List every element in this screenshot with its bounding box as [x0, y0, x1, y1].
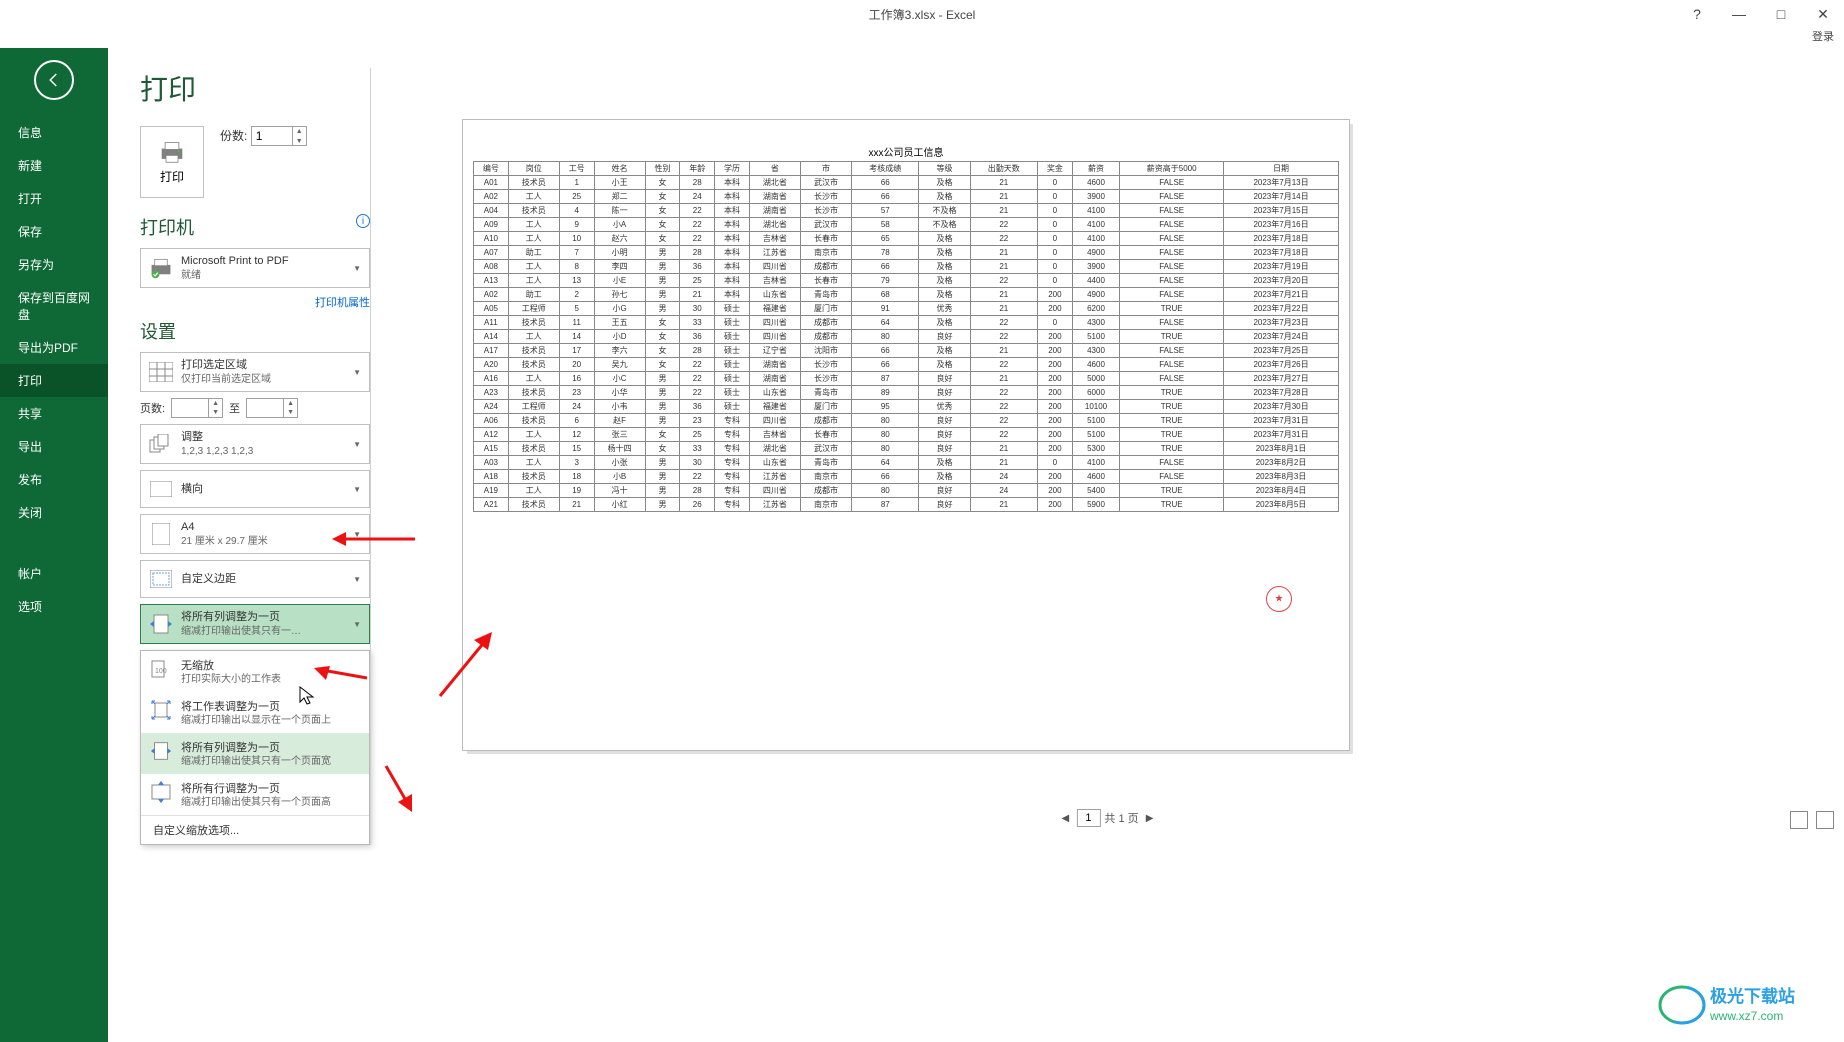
printer-status-icon — [147, 254, 175, 282]
titlebar: 工作簿3.xlsx - Excel ? — □ ✕ — [0, 0, 1844, 28]
printer-info-icon[interactable]: i — [356, 214, 370, 228]
sidebar-item-share[interactable]: 共享 — [0, 397, 108, 430]
page-from-input[interactable] — [172, 399, 208, 417]
chevron-down-icon: ▼ — [351, 368, 363, 377]
login-link[interactable]: 登录 — [1812, 31, 1834, 43]
sidebar-item-exportpdf[interactable]: 导出为PDF — [0, 331, 108, 364]
chevron-down-icon: ▼ — [351, 440, 363, 449]
backstage-sidebar: 信息 新建 打开 保存 另存为 保存到百度网盘 导出为PDF 打印 共享 导出 … — [0, 48, 108, 1042]
print-area-title: 打印选定区域 — [181, 358, 351, 372]
page-icon — [147, 520, 175, 548]
collate-sub: 1,2,3 1,2,3 1,2,3 — [181, 445, 351, 458]
chevron-down-icon: ▼ — [351, 530, 363, 539]
pager: ◀ 共 1 页 ▶ — [1058, 809, 1156, 827]
copies-label: 份数: — [220, 129, 247, 143]
scaling-options-popup: 100 无缩放打印实际大小的工作表 将工作表调整为一页缩减打印输出以显示在一个页… — [140, 650, 370, 845]
preview-table: 编号岗位工号姓名性别年龄学历省市考核成绩等级出勤天数奖金薪资薪资高于5000日期… — [473, 161, 1339, 512]
page-title: 打印 — [140, 68, 370, 108]
sidebar-item-new[interactable]: 新建 — [0, 149, 108, 182]
pager-current[interactable] — [1076, 809, 1100, 827]
print-button-label: 打印 — [160, 168, 184, 185]
chevron-down-icon: ▼ — [351, 620, 363, 629]
collate-dropdown[interactable]: 调整 1,2,3 1,2,3 1,2,3 ▼ — [140, 424, 370, 464]
orientation-title: 横向 — [181, 482, 351, 496]
margins-icon — [147, 565, 175, 593]
collate-title: 调整 — [181, 430, 351, 444]
printer-properties-link[interactable]: 打印机属性 — [315, 297, 370, 309]
pager-prev[interactable]: ◀ — [1058, 811, 1072, 825]
scaling-title: 将所有列调整为一页 — [181, 610, 351, 624]
fit-rows-icon — [149, 780, 173, 804]
chevron-down-icon: ▼ — [351, 485, 363, 494]
scaling-sub: 缩减打印输出使其只有一… — [181, 625, 351, 638]
scaling-option-none[interactable]: 100 无缩放打印实际大小的工作表 — [141, 651, 369, 692]
scaling-dropdown[interactable]: 将所有列调整为一页 缩减打印输出使其只有一… ▼ — [140, 604, 370, 644]
page-range-label: 页数: — [140, 400, 165, 416]
pager-total: 共 1 页 — [1104, 810, 1138, 826]
custom-scaling-link[interactable]: 自定义缩放选项... — [141, 815, 369, 844]
collate-icon — [147, 430, 175, 458]
sidebar-item-options[interactable]: 选项 — [0, 590, 108, 623]
printer-dropdown[interactable]: Microsoft Print to PDF 就绪 ▼ — [140, 248, 370, 288]
grid-icon — [147, 358, 175, 386]
back-button[interactable] — [34, 60, 74, 100]
preview-table-title: xxx公司员工信息 — [473, 144, 1339, 159]
printer-status: 就绪 — [181, 269, 351, 282]
print-button[interactable]: 打印 — [140, 126, 204, 198]
fit-sheet-icon — [149, 698, 173, 722]
svg-text:100: 100 — [155, 668, 167, 675]
close-button[interactable]: ✕ — [1802, 0, 1844, 28]
landscape-icon — [147, 475, 175, 503]
page-range-to: 至 — [229, 400, 240, 416]
minimize-button[interactable]: — — [1718, 0, 1760, 28]
sidebar-item-save[interactable]: 保存 — [0, 215, 108, 248]
fit-columns-icon — [149, 739, 173, 763]
printer-name: Microsoft Print to PDF — [181, 254, 351, 268]
scaling-option-fit-columns[interactable]: 将所有列调整为一页缩减打印输出使其只有一个页面宽 — [141, 733, 369, 774]
spinner-down[interactable]: ▼ — [292, 136, 306, 146]
sidebar-item-saveas[interactable]: 另存为 — [0, 248, 108, 281]
maximize-button[interactable]: □ — [1760, 0, 1802, 28]
scaling-option-fit-rows[interactable]: 将所有行调整为一页缩减打印输出使其只有一个页面高 — [141, 774, 369, 815]
orientation-dropdown[interactable]: 横向 ▼ — [140, 470, 370, 508]
chevron-down-icon: ▼ — [351, 264, 363, 273]
sidebar-item-account[interactable]: 帐户 — [0, 557, 108, 590]
fit-columns-icon — [147, 610, 175, 638]
scaling-option-fit-sheet[interactable]: 将工作表调整为一页缩减打印输出以显示在一个页面上 — [141, 692, 369, 733]
printer-icon — [158, 140, 186, 164]
page-to-input[interactable] — [247, 399, 283, 417]
sidebar-item-publish[interactable]: 发布 — [0, 463, 108, 496]
zoom-to-page-icon[interactable] — [1790, 811, 1808, 829]
print-area-sub: 仅打印当前选定区域 — [181, 373, 351, 386]
window-title: 工作簿3.xlsx - Excel — [869, 6, 976, 23]
sidebar-item-open[interactable]: 打开 — [0, 182, 108, 215]
sidebar-item-close[interactable]: 关闭 — [0, 496, 108, 529]
paper-dropdown[interactable]: A4 21 厘米 x 29.7 厘米 ▼ — [140, 514, 370, 554]
sidebar-item-info[interactable]: 信息 — [0, 116, 108, 149]
help-button[interactable]: ? — [1676, 0, 1718, 28]
preview-page: xxx公司员工信息 编号岗位工号姓名性别年龄学历省市考核成绩等级出勤天数奖金薪资… — [463, 120, 1349, 750]
margins-title: 自定义边距 — [181, 572, 351, 586]
sidebar-item-baidu[interactable]: 保存到百度网盘 — [0, 281, 108, 331]
copies-input[interactable]: ▲▼ — [251, 126, 307, 146]
chevron-down-icon: ▼ — [351, 575, 363, 584]
settings-section-title: 设置 — [140, 318, 370, 344]
sidebar-item-print[interactable]: 打印 — [0, 364, 108, 397]
no-scaling-icon: 100 — [149, 657, 173, 681]
show-margins-icon[interactable] — [1816, 811, 1834, 829]
spinner-up[interactable]: ▲ — [292, 126, 306, 136]
printer-section-title: 打印机 — [140, 214, 370, 240]
paper-sub: 21 厘米 x 29.7 厘米 — [181, 535, 351, 548]
margins-dropdown[interactable]: 自定义边距 ▼ — [140, 560, 370, 598]
sidebar-item-export[interactable]: 导出 — [0, 430, 108, 463]
print-area-dropdown[interactable]: 打印选定区域 仅打印当前选定区域 ▼ — [140, 352, 370, 392]
paper-title: A4 — [181, 520, 351, 534]
copies-field[interactable] — [252, 129, 292, 143]
pager-next[interactable]: ▶ — [1143, 811, 1157, 825]
print-preview-pane: xxx公司员工信息 编号岗位工号姓名性别年龄学历省市考核成绩等级出勤天数奖金薪资… — [370, 68, 1844, 845]
